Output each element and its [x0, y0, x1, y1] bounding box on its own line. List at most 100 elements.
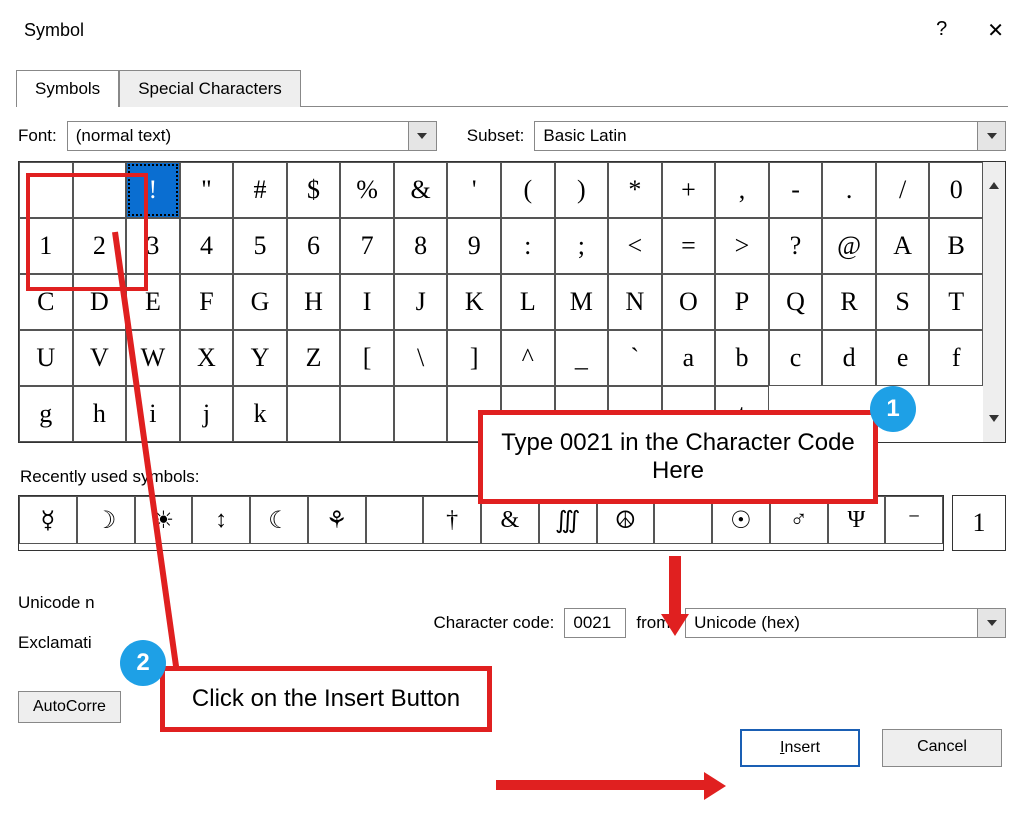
symbol-cell[interactable]: 9 [447, 218, 501, 274]
symbol-cell[interactable]: # [233, 162, 287, 218]
symbol-cell[interactable]: f [929, 330, 983, 386]
recent-cell[interactable]: ⁻ [885, 496, 943, 544]
symbol-cell[interactable]: 5 [233, 218, 287, 274]
symbol-cell[interactable]: - [769, 162, 823, 218]
symbol-cell[interactable] [287, 386, 341, 442]
scroll-up-icon[interactable] [989, 166, 999, 182]
symbol-cell[interactable]: X [180, 330, 234, 386]
symbol-grid[interactable]: !"#$%&'()*+,-./0123456789:;<=>?@ABCDEFGH… [19, 162, 983, 442]
recent-cell[interactable]: ⚘ [308, 496, 366, 544]
symbol-cell[interactable]: h [73, 386, 127, 442]
symbol-cell[interactable]: % [340, 162, 394, 218]
symbol-cell[interactable]: 6 [287, 218, 341, 274]
autocorrect-button[interactable]: AutoCorre [18, 691, 121, 723]
symbol-cell[interactable]: M [555, 274, 609, 330]
tab-special-characters[interactable]: Special Characters [119, 70, 301, 107]
symbol-cell[interactable]: R [822, 274, 876, 330]
footer-buttons: Insert Cancel [740, 729, 1002, 767]
symbol-cell[interactable]: Q [769, 274, 823, 330]
symbol-cell[interactable]: , [715, 162, 769, 218]
symbol-cell[interactable]: ^ [501, 330, 555, 386]
chevron-down-icon[interactable] [977, 122, 1005, 150]
symbol-cell[interactable]: & [394, 162, 448, 218]
symbol-cell[interactable]: O [662, 274, 716, 330]
symbol-cell[interactable]: Z [287, 330, 341, 386]
chevron-down-icon[interactable] [977, 609, 1005, 637]
symbol-cell[interactable]: " [180, 162, 234, 218]
symbol-cell[interactable]: J [394, 274, 448, 330]
symbol-cell[interactable]: ] [447, 330, 501, 386]
font-dropdown[interactable]: (normal text) [67, 121, 437, 151]
symbol-cell[interactable]: + [662, 162, 716, 218]
recent-cell[interactable]: ☾ [250, 496, 308, 544]
symbol-cell[interactable]: N [608, 274, 662, 330]
symbol-cell[interactable]: \ [394, 330, 448, 386]
symbol-cell[interactable]: F [180, 274, 234, 330]
symbol-cell[interactable]: ' [447, 162, 501, 218]
symbol-cell[interactable]: < [608, 218, 662, 274]
symbol-cell[interactable] [340, 386, 394, 442]
symbol-cell[interactable]: L [501, 274, 555, 330]
symbol-cell[interactable]: K [447, 274, 501, 330]
symbol-cell[interactable]: 0 [929, 162, 983, 218]
scroll-down-icon[interactable] [989, 422, 999, 438]
symbol-cell[interactable]: e [876, 330, 930, 386]
symbol-cell[interactable]: : [501, 218, 555, 274]
symbol-cell[interactable]: ) [555, 162, 609, 218]
symbol-cell[interactable]: . [822, 162, 876, 218]
symbol-cell[interactable]: H [287, 274, 341, 330]
symbol-cell[interactable]: k [233, 386, 287, 442]
symbol-cell[interactable]: a [662, 330, 716, 386]
symbol-cell[interactable]: b [715, 330, 769, 386]
tab-symbols[interactable]: Symbols [16, 70, 119, 107]
recent-cell[interactable]: ☿ [19, 496, 77, 544]
recent-cell[interactable] [366, 496, 424, 544]
symbol-cell[interactable]: Y [233, 330, 287, 386]
recent-cell[interactable]: ☽ [77, 496, 135, 544]
symbol-cell[interactable]: d [822, 330, 876, 386]
from-dropdown[interactable]: Unicode (hex) [685, 608, 1006, 638]
symbol-cell[interactable]: V [73, 330, 127, 386]
recent-cell[interactable]: † [423, 496, 481, 544]
symbol-cell[interactable]: T [929, 274, 983, 330]
unicode-name-label: Unicode n [18, 593, 95, 613]
chevron-down-icon[interactable] [408, 122, 436, 150]
symbol-cell[interactable]: 8 [394, 218, 448, 274]
symbol-cell[interactable]: ` [608, 330, 662, 386]
grid-scrollbar[interactable] [983, 162, 1005, 442]
symbol-cell[interactable]: * [608, 162, 662, 218]
symbol-cell[interactable]: j [180, 386, 234, 442]
symbol-cell[interactable]: G [233, 274, 287, 330]
symbol-cell[interactable]: ? [769, 218, 823, 274]
symbol-cell[interactable]: 7 [340, 218, 394, 274]
symbol-cell[interactable]: @ [822, 218, 876, 274]
symbol-cell[interactable]: 4 [180, 218, 234, 274]
symbol-cell[interactable]: ; [555, 218, 609, 274]
symbol-cell[interactable]: I [340, 274, 394, 330]
symbol-cell[interactable]: = [662, 218, 716, 274]
insert-button[interactable]: Insert [740, 729, 860, 767]
font-subset-row: Font: (normal text) Subset: Basic Latin [18, 121, 1006, 151]
symbol-cell[interactable]: P [715, 274, 769, 330]
cancel-button[interactable]: Cancel [882, 729, 1002, 767]
symbol-cell[interactable]: _ [555, 330, 609, 386]
symbol-cell[interactable]: U [19, 330, 73, 386]
subset-dropdown[interactable]: Basic Latin [534, 121, 1006, 151]
symbol-cell[interactable]: [ [340, 330, 394, 386]
symbol-cell[interactable] [394, 386, 448, 442]
help-icon[interactable]: ? [936, 18, 947, 43]
char-code-input[interactable]: 0021 [564, 608, 626, 638]
close-icon[interactable]: ✕ [987, 18, 1004, 43]
symbol-cell[interactable]: / [876, 162, 930, 218]
recent-extra-cell[interactable]: 1 [952, 495, 1006, 551]
symbol-cell[interactable]: ( [501, 162, 555, 218]
symbol-cell[interactable]: $ [287, 162, 341, 218]
symbol-cell[interactable]: g [19, 386, 73, 442]
symbol-cell[interactable]: c [769, 330, 823, 386]
recent-cell[interactable]: ↕ [192, 496, 250, 544]
symbol-cell[interactable]: > [715, 218, 769, 274]
recent-cell[interactable]: ☀ [135, 496, 193, 544]
symbol-cell[interactable]: A [876, 218, 930, 274]
symbol-cell[interactable]: S [876, 274, 930, 330]
symbol-cell[interactable]: B [929, 218, 983, 274]
